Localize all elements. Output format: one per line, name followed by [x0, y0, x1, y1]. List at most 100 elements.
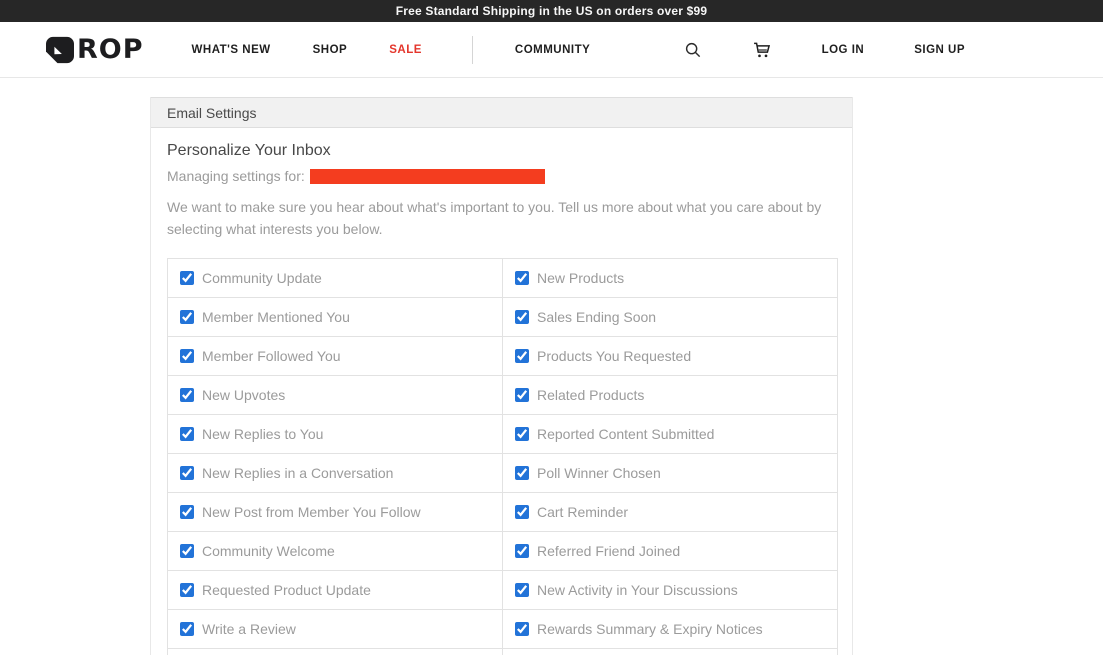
- preference-cell: New Products: [503, 259, 838, 298]
- preference-cell: Related Products: [503, 376, 838, 415]
- preference-cell: New Replies in a Conversation: [168, 454, 503, 493]
- preference-row: Member Mentioned You Sales Ending Soon: [168, 298, 838, 337]
- preference-label: Requested Product Update: [202, 582, 371, 598]
- signup-button[interactable]: SIGN UP: [914, 44, 965, 56]
- preference-checkbox[interactable]: [180, 583, 194, 597]
- announcement-text: Free Standard Shipping in the US on orde…: [396, 4, 708, 18]
- email-settings-panel: Email Settings Personalize Your Inbox Ma…: [150, 97, 853, 655]
- preference-row: Write a Review Rewards Summary & Expiry N…: [168, 610, 838, 649]
- preference-option[interactable]: Requested Product Update: [180, 582, 490, 598]
- preference-cell: New Activity in Your Discussions: [503, 571, 838, 610]
- preference-cell: Drop Keyboard Club: [168, 649, 503, 655]
- preference-option[interactable]: Member Mentioned You: [180, 309, 490, 325]
- search-icon[interactable]: [684, 41, 702, 59]
- preference-option[interactable]: New Replies to You: [180, 426, 490, 442]
- preference-option[interactable]: Sales Ending Soon: [515, 309, 825, 325]
- preference-label: Related Products: [537, 387, 644, 403]
- nav-item-shop[interactable]: SHOP: [313, 44, 348, 56]
- preference-label: New Activity in Your Discussions: [537, 582, 738, 598]
- preference-label: Member Mentioned You: [202, 309, 350, 325]
- preference-cell: Cart Reminder: [503, 493, 838, 532]
- panel-header: Email Settings: [151, 97, 852, 128]
- preference-row: Requested Product Update New Activity in …: [168, 571, 838, 610]
- panel-body: Personalize Your Inbox Managing settings…: [151, 128, 852, 655]
- preference-label: New Replies to You: [202, 426, 323, 442]
- preference-row: Community Update New Products: [168, 259, 838, 298]
- nav-item-sale[interactable]: SALE: [389, 44, 422, 56]
- managing-settings-label: Managing settings for:: [167, 168, 305, 184]
- preference-label: Sales Ending Soon: [537, 309, 656, 325]
- preference-option[interactable]: Reported Content Submitted: [515, 426, 825, 442]
- preference-cell: Rewards Summary & Expiry Notices: [503, 610, 838, 649]
- preference-option[interactable]: New Products: [515, 270, 825, 286]
- preference-cell: Community Update: [168, 259, 503, 298]
- drop-logo[interactable]: ROP: [45, 36, 144, 64]
- preference-option[interactable]: Community Update: [180, 270, 490, 286]
- cart-icon[interactable]: [752, 40, 772, 60]
- preference-option[interactable]: Rewards Summary & Expiry Notices: [515, 621, 825, 637]
- preference-checkbox[interactable]: [515, 271, 529, 285]
- nav-actions: LOG IN SIGN UP: [634, 40, 965, 60]
- preference-checkbox[interactable]: [180, 544, 194, 558]
- managing-settings-line: Managing settings for:: [167, 168, 836, 184]
- preference-checkbox[interactable]: [515, 310, 529, 324]
- preference-option[interactable]: Community Welcome: [180, 543, 490, 559]
- preference-checkbox[interactable]: [180, 427, 194, 441]
- preference-option[interactable]: New Replies in a Conversation: [180, 465, 490, 481]
- preference-cell: Products You Requested: [503, 337, 838, 376]
- preference-row: Member Followed You Products You Requeste…: [168, 337, 838, 376]
- preference-checkbox[interactable]: [515, 544, 529, 558]
- preference-cell: Referred Friend Joined: [503, 532, 838, 571]
- preference-label: Member Followed You: [202, 348, 341, 364]
- preference-option[interactable]: Related Products: [515, 387, 825, 403]
- drop-logo-letters: ROP: [77, 36, 144, 63]
- preference-cell: Member Followed You: [168, 337, 503, 376]
- preference-option[interactable]: Write a Review: [180, 621, 490, 637]
- preference-option[interactable]: Poll Winner Chosen: [515, 465, 825, 481]
- preference-option[interactable]: Referred Friend Joined: [515, 543, 825, 559]
- preference-option[interactable]: New Post from Member You Follow: [180, 504, 490, 520]
- preference-checkbox[interactable]: [180, 505, 194, 519]
- preference-option[interactable]: Cart Reminder: [515, 504, 825, 520]
- preference-checkbox[interactable]: [180, 349, 194, 363]
- preferences-table-body: Community Update New Products Member Menti…: [168, 259, 838, 655]
- preference-cell: Community Welcome: [168, 532, 503, 571]
- preference-checkbox[interactable]: [180, 310, 194, 324]
- preference-cell: Poll Winner Chosen: [503, 454, 838, 493]
- drop-logo-icon: [45, 36, 75, 64]
- preference-option[interactable]: Products You Requested: [515, 348, 825, 364]
- preference-checkbox[interactable]: [515, 388, 529, 402]
- preference-checkbox[interactable]: [180, 466, 194, 480]
- preference-option[interactable]: Member Followed You: [180, 348, 490, 364]
- preference-cell: Member Mentioned You: [168, 298, 503, 337]
- preference-option[interactable]: New Activity in Your Discussions: [515, 582, 825, 598]
- preference-option[interactable]: New Upvotes: [180, 387, 490, 403]
- preference-label: Community Update: [202, 270, 322, 286]
- preference-checkbox[interactable]: [515, 466, 529, 480]
- preference-cell: [503, 649, 838, 655]
- preference-checkbox[interactable]: [515, 505, 529, 519]
- preference-checkbox[interactable]: [515, 349, 529, 363]
- preference-label: Write a Review: [202, 621, 296, 637]
- preference-checkbox[interactable]: [180, 622, 194, 636]
- preference-checkbox[interactable]: [180, 388, 194, 402]
- description-text: We want to make sure you hear about what…: [167, 197, 827, 240]
- nav-item-community[interactable]: COMMUNITY: [515, 44, 590, 56]
- panel-header-title: Email Settings: [167, 105, 256, 121]
- preference-row: Drop Keyboard Club: [168, 649, 838, 655]
- preference-label: Products You Requested: [537, 348, 691, 364]
- preferences-table: Community Update New Products Member Menti…: [167, 258, 838, 655]
- nav-menu: WHAT'S NEW SHOP SALE COMMUNITY: [192, 36, 633, 64]
- preference-checkbox[interactable]: [515, 427, 529, 441]
- preference-cell: New Upvotes: [168, 376, 503, 415]
- preference-cell: Sales Ending Soon: [503, 298, 838, 337]
- nav-item-whats-new[interactable]: WHAT'S NEW: [192, 44, 271, 56]
- preference-checkbox[interactable]: [180, 271, 194, 285]
- preference-row: Community Welcome Referred Friend Joined: [168, 532, 838, 571]
- preference-checkbox[interactable]: [515, 622, 529, 636]
- preference-checkbox[interactable]: [515, 583, 529, 597]
- login-button[interactable]: LOG IN: [822, 44, 865, 56]
- preference-label: New Products: [537, 270, 624, 286]
- main-content: Email Settings Personalize Your Inbox Ma…: [0, 78, 1103, 655]
- preference-label: Poll Winner Chosen: [537, 465, 661, 481]
